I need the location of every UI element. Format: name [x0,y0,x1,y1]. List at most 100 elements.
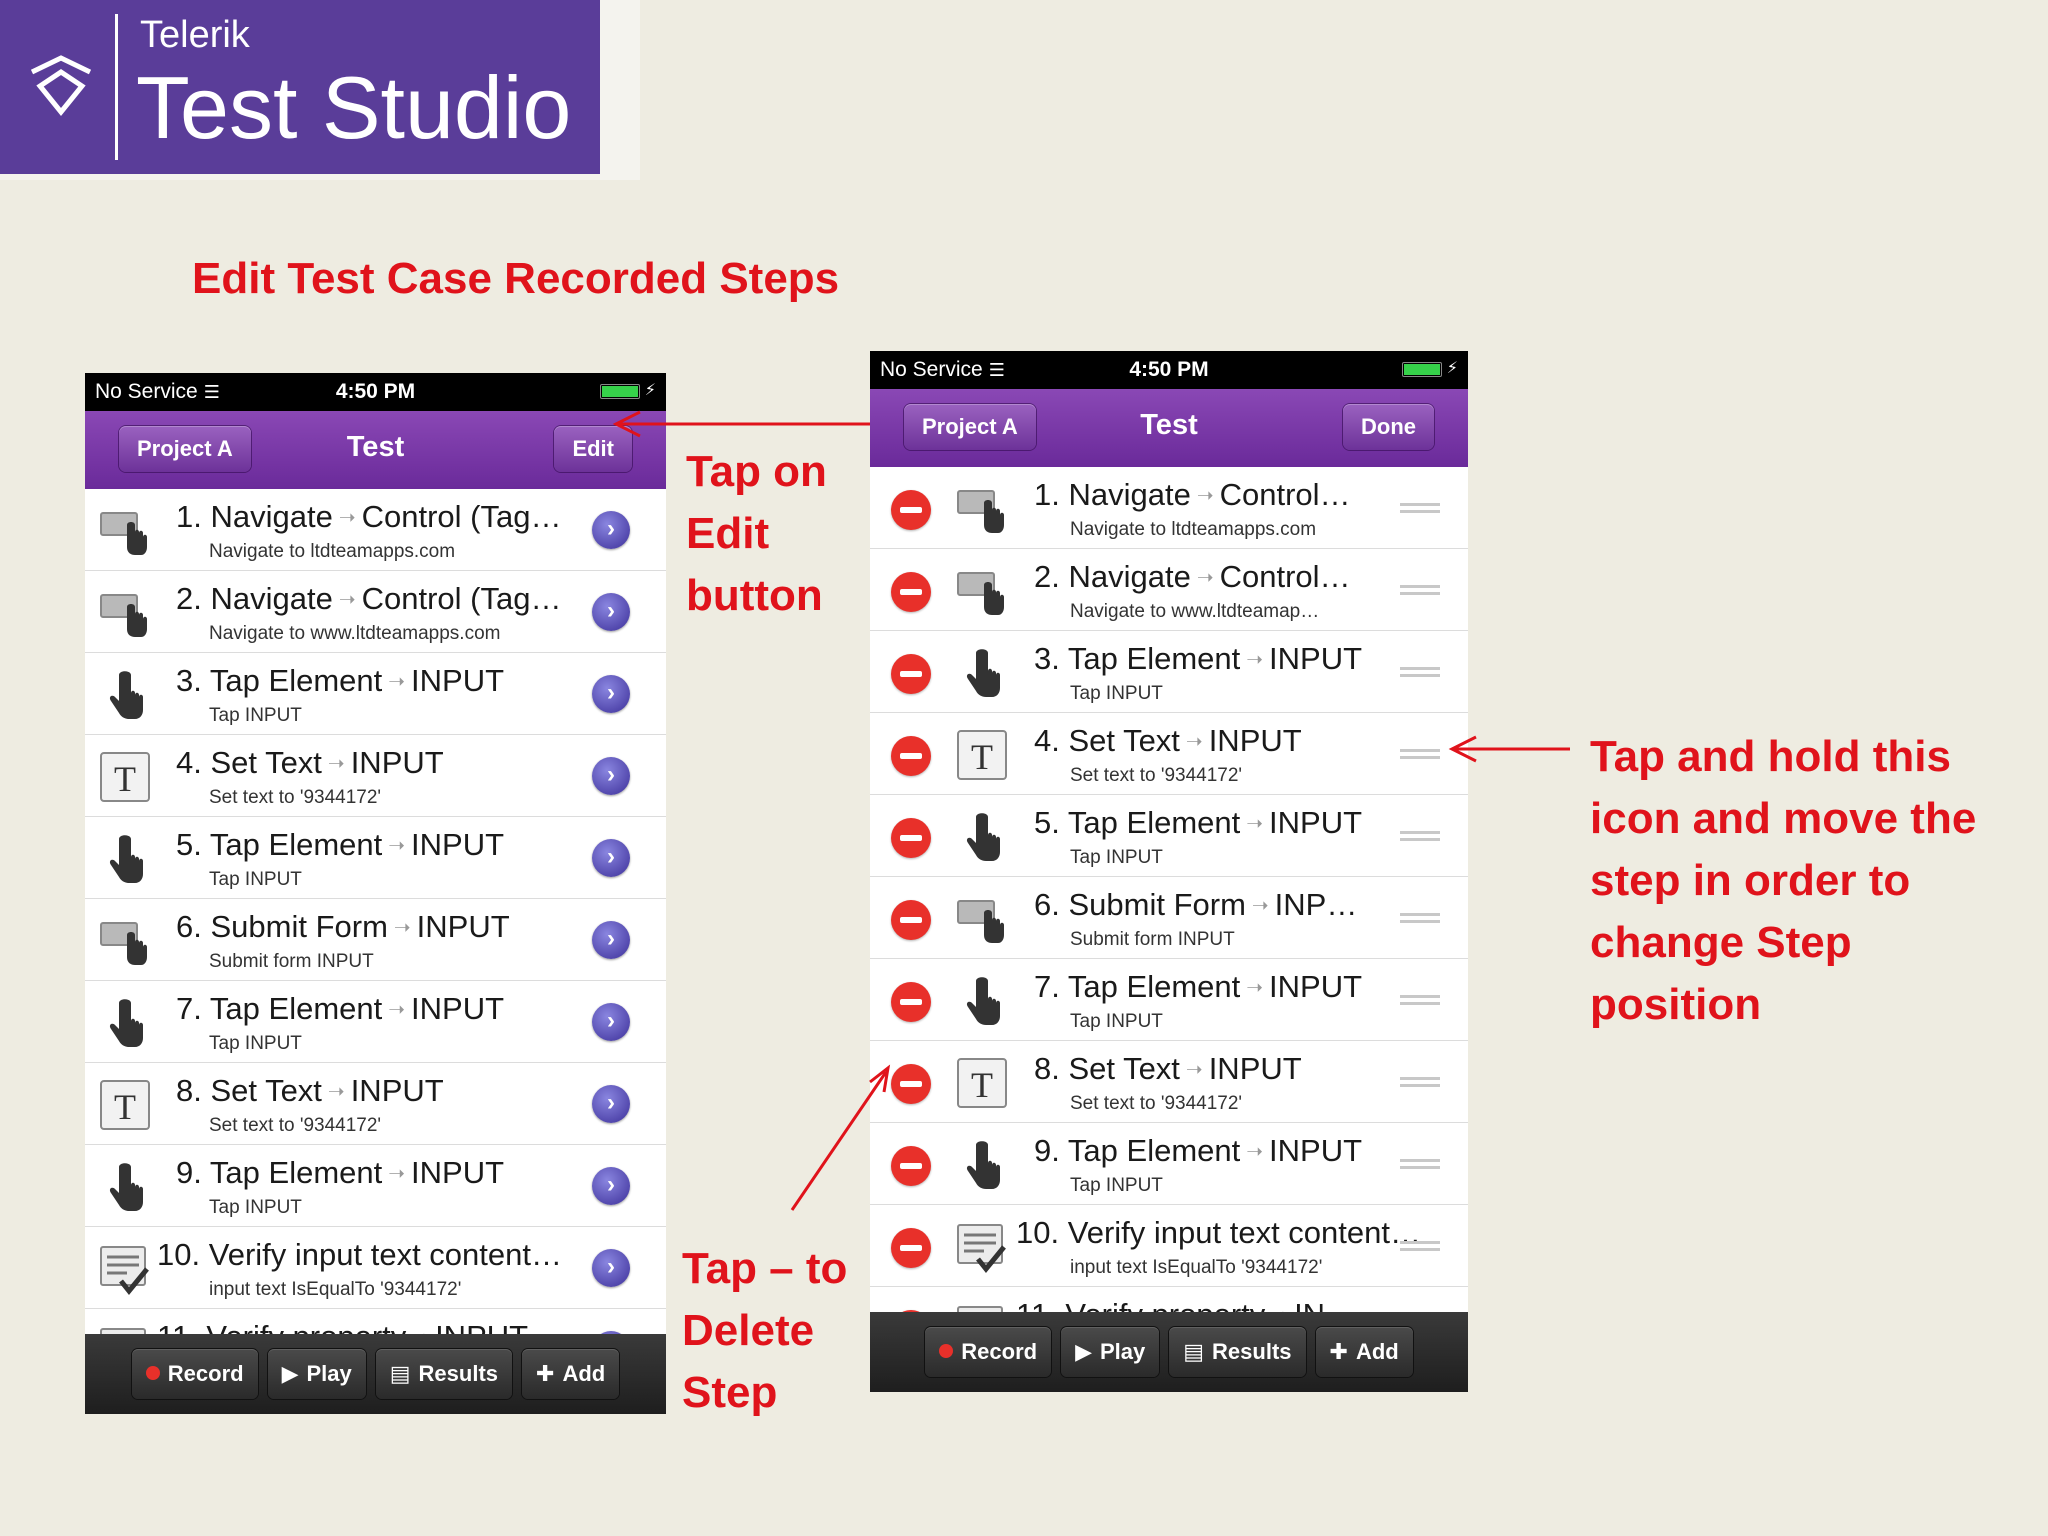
play-button[interactable]: ▶ Play [1061,1327,1160,1377]
charging-icon: ⚡ [1446,360,1458,377]
step-row[interactable]: 10. Verify input text contents➝IN… input … [870,1205,1468,1287]
reorder-grip-icon[interactable] [1400,829,1440,843]
step-target: INPUT [411,663,505,698]
step-row[interactable]: 2. Navigate ➝ Control… Navigate to www.ltdt… [870,549,1468,631]
reorder-grip-icon[interactable] [1400,501,1440,515]
reorder-grip-icon[interactable] [1400,747,1440,761]
disclosure-chevron-icon[interactable]: › [592,1085,630,1123]
arrow-right-icon: ➝ [327,753,345,775]
annotation-tap-hold: Tap and hold this icon and move the step… [1590,732,1977,1029]
play-button[interactable]: ▶ Play [267,1349,366,1399]
step-row[interactable]: 5. Tap Element ➝ INPUT Tap INPUT › [85,817,666,899]
step-title: 8. Set Text ➝ INPUT [176,1073,576,1109]
arrow-right-icon: ➝ [1185,1059,1203,1081]
tap-hand-icon [97,1159,153,1215]
step-row[interactable]: T 4. Set Text ➝ INPUT Set text to '9344172' › [85,735,666,817]
plus-icon: ✚ [1329,1339,1348,1364]
step-target: INPUT [1269,641,1363,676]
delete-step-icon[interactable] [891,982,931,1022]
disclosure-chevron-icon[interactable]: › [592,1003,630,1041]
disclosure-chevron-icon[interactable]: › [592,839,630,877]
step-row[interactable]: T 8. Set Text ➝ INPUT Set text to '9344172' › [85,1063,666,1145]
reorder-grip-icon[interactable] [1400,911,1440,925]
step-number: 6. [176,909,202,944]
navigate-icon [954,891,1010,947]
text-t-icon: T [954,727,1010,783]
step-row[interactable]: 1. Navigate ➝ Control… Navigate to ltdteama… [870,467,1468,549]
step-number: 8. [176,1073,202,1108]
delete-step-icon[interactable] [891,1146,931,1186]
delete-step-icon[interactable] [891,1228,931,1268]
step-action: Navigate [1068,477,1191,512]
status-bar: No Service ☰ 4:50 PM ⚡ [870,351,1468,389]
delete-step-icon[interactable] [891,818,931,858]
status-time: 4:50 PM [335,380,416,403]
record-button[interactable]: Record [131,1349,258,1399]
step-row[interactable]: 3. Tap Element ➝ INPUT Tap INPUT › [85,653,666,735]
verify-check-icon [97,1241,153,1297]
reorder-grip-icon[interactable] [1400,665,1440,679]
logo-separator [115,14,118,160]
delete-step-icon[interactable] [891,654,931,694]
step-detail: Submit form INPUT [209,951,374,972]
step-row[interactable]: 9. Tap Element ➝ INPUT Tap INPUT › [85,1145,666,1227]
status-time: 4:50 PM [1129,358,1209,381]
delete-step-icon[interactable] [891,490,931,530]
step-row[interactable]: 1. Navigate ➝ Control (Tag… Navigate to ltd… [85,489,666,571]
step-number: 10. [157,1237,201,1272]
step-target: INPUT [1269,805,1363,840]
add-button[interactable]: ✚ Add [522,1349,620,1399]
step-action: Navigate [1068,559,1191,594]
verify-check-icon [954,1219,1010,1275]
done-button[interactable]: Done [1343,404,1434,450]
arrow-right-icon: ➝ [327,1081,345,1103]
step-row[interactable]: 6. Submit Form ➝ INPUT Submit form INPUT › [85,899,666,981]
step-detail: Tap INPUT [209,705,302,726]
disclosure-chevron-icon[interactable]: › [592,1167,630,1205]
edit-button[interactable]: Edit [554,426,632,472]
step-row[interactable]: 6. Submit Form ➝ INP… Submit form INPUT [870,877,1468,959]
disclosure-chevron-icon[interactable]: › [592,593,630,631]
step-row[interactable]: 10. Verify input text contents➝Iinput te… [85,1227,666,1309]
disclosure-chevron-icon[interactable]: › [592,511,630,549]
step-row[interactable]: 5. Tap Element ➝ INPUT Tap INPUT [870,795,1468,877]
delete-step-icon[interactable] [891,900,931,940]
step-title: 7. Tap Element ➝ INPUT [176,991,576,1027]
phone-screen-view-mode: No Service ☰ 4:50 PM ⚡ Project A Test Edi… [85,373,666,1414]
results-button[interactable]: ▤ Results [375,1349,513,1399]
step-action: Verify input text contents [1067,1215,1406,1250]
disclosure-chevron-icon[interactable]: › [592,675,630,713]
step-number: 2. [1034,559,1060,594]
delete-step-icon[interactable] [891,1064,931,1104]
step-target: INPUT [1208,723,1302,758]
step-detail: Tap INPUT [1070,847,1163,868]
add-label: Add [562,1361,606,1386]
delete-step-icon[interactable] [891,736,931,776]
step-row[interactable]: 7. Tap Element ➝ INPUT Tap INPUT [870,959,1468,1041]
step-title: 5. Tap Element ➝ INPUT [176,827,576,863]
step-row[interactable]: 3. Tap Element ➝ INPUT Tap INPUT [870,631,1468,713]
record-button[interactable]: Record [925,1327,1052,1377]
add-button[interactable]: ✚ Add [1315,1327,1413,1377]
reorder-grip-icon[interactable] [1400,993,1440,1007]
step-row[interactable]: 7. Tap Element ➝ INPUT Tap INPUT › [85,981,666,1063]
step-row[interactable]: T 4. Set Text ➝ INPUT Set text to '9344172' [870,713,1468,795]
disclosure-chevron-icon[interactable]: › [592,757,630,795]
disclosure-chevron-icon[interactable]: › [592,1249,630,1287]
svg-text:T: T [114,1087,136,1127]
step-row[interactable]: T 8. Set Text ➝ INPUT Set text to '9344172' [870,1041,1468,1123]
step-detail: input text IsEqualTo '9344172' [1070,1257,1323,1278]
tap-hand-icon [954,809,1010,865]
tap-hand-icon [954,645,1010,701]
reorder-grip-icon[interactable] [1400,1239,1440,1253]
step-row[interactable]: 9. Tap Element ➝ INPUT Tap INPUT [870,1123,1468,1205]
results-button[interactable]: ▤ Results [1169,1327,1306,1377]
reorder-grip-icon[interactable] [1400,1075,1440,1089]
step-title: 2. Navigate ➝ Control… [1034,559,1424,595]
reorder-grip-icon[interactable] [1400,583,1440,597]
reorder-grip-icon[interactable] [1400,1157,1440,1171]
delete-step-icon[interactable] [891,572,931,612]
step-detail: Tap INPUT [1070,1175,1163,1196]
step-row[interactable]: 2. Navigate ➝ Control (Tag… Navigate to www… [85,571,666,653]
disclosure-chevron-icon[interactable]: › [592,921,630,959]
